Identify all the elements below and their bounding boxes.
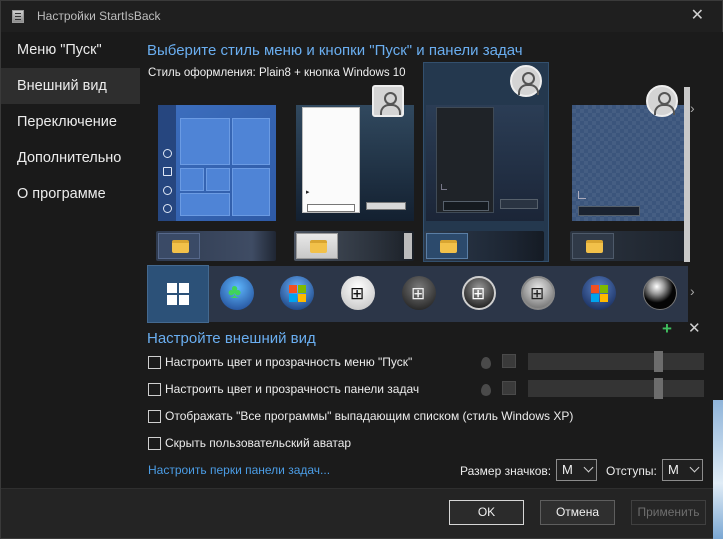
windows-flag-icon xyxy=(167,283,189,305)
taskbar-preview xyxy=(294,231,414,261)
add-icon[interactable]: + xyxy=(662,319,672,339)
plain8-dark-style-thumbnail[interactable] xyxy=(423,62,549,262)
plain8-light-style-thumbnail[interactable]: ▸ xyxy=(294,85,418,262)
settings-window: Настройки StartIsBack ✕ Меню "Пуск" Внеш… xyxy=(0,0,723,539)
color-swatch[interactable] xyxy=(502,354,516,368)
remove-icon[interactable]: ✕ xyxy=(688,319,701,337)
option-label: Отображать "Все программы" выпадающим сп… xyxy=(165,409,574,423)
user-avatar-icon xyxy=(510,65,542,97)
start-menu-preview xyxy=(158,105,276,221)
start-menu-preview xyxy=(572,105,690,221)
style-value: Plain8 + кнопка Windows 10 xyxy=(258,67,406,79)
close-icon[interactable]: ✕ xyxy=(691,7,704,25)
start-menu-preview xyxy=(426,105,544,221)
icon-size-select[interactable]: M xyxy=(556,459,597,481)
desktop-background xyxy=(713,400,723,539)
current-style-line: Стиль оформления: Plain8 + кнопка Window… xyxy=(148,67,406,79)
taskbar-perks-link[interactable]: Настроить перки панели задач... xyxy=(148,463,330,477)
sidebar-item-switching[interactable]: Переключение xyxy=(1,104,140,140)
option-hide-avatar[interactable]: Скрыть пользовательский аватар xyxy=(148,436,351,450)
sidebar-item-advanced[interactable]: Дополнительно xyxy=(1,140,140,176)
cancel-button[interactable]: Отмена xyxy=(540,500,615,525)
windows-10-flag-button[interactable] xyxy=(147,265,209,323)
white-windows-orb-button[interactable]: ⊞ xyxy=(341,276,375,310)
clover-orb-button[interactable]: ♣ xyxy=(220,276,254,310)
sidebar: Меню "Пуск" Внешний вид Переключение Доп… xyxy=(1,32,140,488)
taskbar-preview xyxy=(424,231,544,261)
dark-windows-orb-button[interactable]: ⊞ xyxy=(402,276,436,310)
drop-icon xyxy=(481,357,491,369)
start-button-strip: ♣ ⊞ ⊞ ⊞ ⊞ xyxy=(147,265,688,323)
black-windows-orb-button[interactable]: ⊞ xyxy=(462,276,496,310)
icon-size-value: M xyxy=(562,462,573,477)
windows-logo-icon: ⊞ xyxy=(411,284,426,303)
chevron-right-icon[interactable]: › xyxy=(690,283,695,299)
black-sphere-orb-button[interactable] xyxy=(643,276,677,310)
option-all-programs-dropdown[interactable]: Отображать "Все программы" выпадающим сп… xyxy=(148,409,573,423)
user-avatar-icon xyxy=(372,85,404,117)
windows-logo-icon: ⊞ xyxy=(530,284,545,303)
option-label: Настроить цвет и прозрачность меню "Пуск… xyxy=(165,355,413,369)
sidebar-item-start-menu[interactable]: Меню "Пуск" xyxy=(1,32,140,68)
taskbar-preview xyxy=(570,231,690,261)
padding-value: M xyxy=(668,462,679,477)
option-label: Настроить цвет и прозрачность панели зад… xyxy=(165,382,420,396)
padding-select[interactable]: M xyxy=(662,459,703,481)
user-avatar-icon xyxy=(646,85,678,117)
taskbar-transparency-slider[interactable] xyxy=(528,378,704,399)
style-heading: Выберите стиль меню и кнопки "Пуск" и па… xyxy=(147,42,523,59)
option-start-menu-color[interactable]: Настроить цвет и прозрачность меню "Пуск… xyxy=(148,355,412,369)
windows-logo-icon: ⊞ xyxy=(350,284,365,303)
padding-label: Отступы: xyxy=(606,464,657,478)
drop-icon xyxy=(481,384,491,396)
taskbar-preview xyxy=(156,231,276,261)
checkbox[interactable] xyxy=(148,382,161,396)
customize-heading: Настройте внешний вид xyxy=(147,330,316,347)
start-menu-preview: ▸ xyxy=(296,105,414,221)
option-taskbar-color[interactable]: Настроить цвет и прозрачность панели зад… xyxy=(148,382,419,396)
main-pane: Выберите стиль меню и кнопки "Пуск" и па… xyxy=(140,32,723,488)
color-swatch[interactable] xyxy=(502,381,516,395)
sidebar-item-about[interactable]: О программе xyxy=(1,176,140,212)
checkbox[interactable] xyxy=(148,409,161,423)
dialog-footer: OK Отмена Применить xyxy=(1,488,722,538)
ok-button[interactable]: OK xyxy=(449,500,524,525)
vista-orb-button[interactable] xyxy=(582,276,616,310)
chevron-down-icon xyxy=(583,462,594,473)
style-thumbnails: ▸ xyxy=(156,62,696,263)
style-label: Стиль оформления: xyxy=(148,67,256,79)
windows-10-style-thumbnail[interactable] xyxy=(156,87,280,262)
start-menu-transparency-slider[interactable] xyxy=(528,351,704,372)
window-title: Настройки StartIsBack xyxy=(37,9,161,23)
chevron-right-icon[interactable]: › xyxy=(690,100,695,116)
checkbox[interactable] xyxy=(148,355,161,369)
checkbox[interactable] xyxy=(148,436,161,450)
option-label: Скрыть пользовательский аватар xyxy=(165,436,352,450)
apply-button[interactable]: Применить xyxy=(631,500,706,525)
windows-logo-icon: ⊞ xyxy=(471,284,486,303)
icon-size-label: Размер значков: xyxy=(460,464,552,478)
windows-7-orb-button[interactable] xyxy=(280,276,314,310)
silver-windows-orb-button[interactable]: ⊞ xyxy=(521,276,555,310)
app-icon xyxy=(12,10,24,23)
clover-icon: ♣ xyxy=(228,281,242,303)
title-bar: Настройки StartIsBack ✕ xyxy=(1,1,722,32)
glass-grid-style-thumbnail[interactable] xyxy=(570,85,694,262)
sidebar-item-appearance[interactable]: Внешний вид xyxy=(1,68,140,104)
chevron-down-icon xyxy=(689,462,700,473)
